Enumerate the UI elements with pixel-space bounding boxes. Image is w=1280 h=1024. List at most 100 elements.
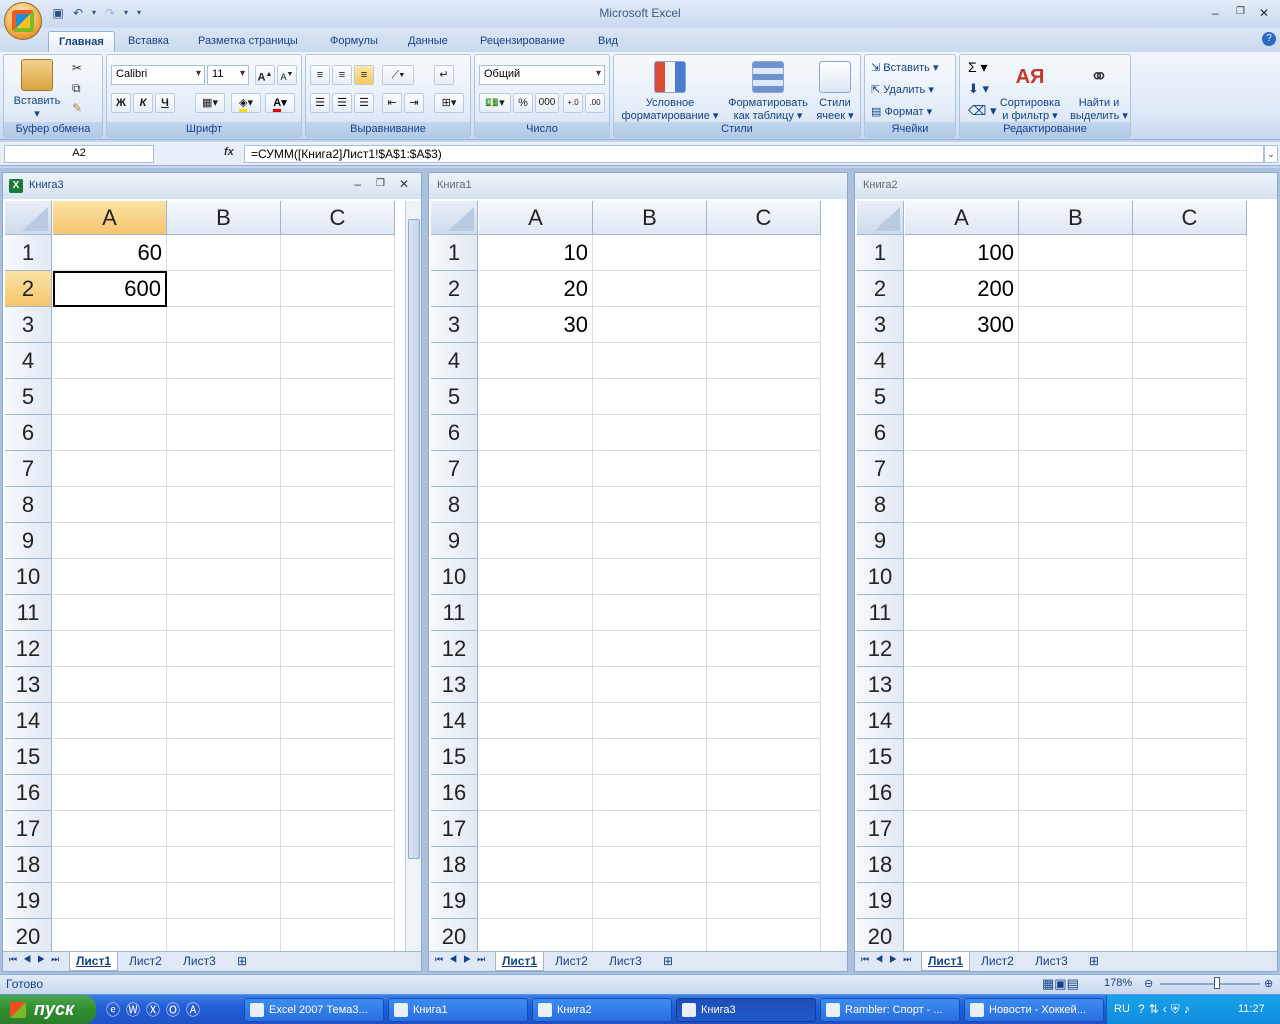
cell[interactable]: 30 <box>479 307 593 343</box>
workbook-window-kniga1[interactable]: Книга1 A B C 1 10 2 20 3 30 4 5 6 7 8 9 10 11 12 13 14 15 16 1… <box>428 172 848 972</box>
row-header[interactable]: 20 <box>857 919 904 955</box>
row-header[interactable]: 6 <box>431 415 478 451</box>
tab-insert[interactable]: Вставка <box>118 31 179 52</box>
cell[interactable] <box>707 307 821 343</box>
cell[interactable] <box>1019 631 1133 667</box>
cell[interactable] <box>1133 811 1247 847</box>
row-header[interactable]: 13 <box>5 667 52 703</box>
cell[interactable] <box>593 235 707 271</box>
cell[interactable] <box>167 775 281 811</box>
cell[interactable] <box>167 343 281 379</box>
workbook-title-bar[interactable]: Книга2 <box>855 173 1277 199</box>
row-header[interactable]: 19 <box>857 883 904 919</box>
cell[interactable] <box>707 811 821 847</box>
active-cell[interactable]: 600 <box>53 271 167 307</box>
align-right-button[interactable]: ☰ <box>354 93 374 113</box>
cell[interactable] <box>593 703 707 739</box>
cell[interactable] <box>593 343 707 379</box>
volume-icon[interactable]: ♪ <box>1184 1002 1194 1016</box>
row-header[interactable]: 12 <box>857 631 904 667</box>
sheet-tab[interactable]: Лист1 <box>921 952 971 971</box>
row-header[interactable]: 3 <box>431 307 478 343</box>
cell[interactable] <box>479 775 593 811</box>
cell[interactable] <box>707 667 821 703</box>
zoom-out-icon[interactable]: ⊖ <box>1144 977 1153 990</box>
cell[interactable] <box>167 595 281 631</box>
align-left-button[interactable]: ☰ <box>310 93 330 113</box>
row-header[interactable]: 14 <box>857 703 904 739</box>
cell[interactable] <box>53 919 167 955</box>
cell[interactable] <box>479 559 593 595</box>
row-header[interactable]: 1 <box>5 235 52 271</box>
cell[interactable] <box>905 343 1019 379</box>
tab-review[interactable]: Рецензирование <box>470 31 575 52</box>
sheet-tab[interactable]: Лист3 <box>177 952 222 971</box>
row-header[interactable]: 14 <box>431 703 478 739</box>
view-buttons[interactable]: ▦▣▤ <box>1042 976 1079 992</box>
cell[interactable] <box>167 559 281 595</box>
cell[interactable] <box>1133 271 1247 307</box>
help-icon[interactable]: ? <box>1262 32 1276 46</box>
cell[interactable] <box>707 487 821 523</box>
cell[interactable] <box>53 451 167 487</box>
row-header[interactable]: 15 <box>431 739 478 775</box>
cell[interactable] <box>281 775 395 811</box>
workbook-window-kniga2[interactable]: Книга2 A B C 1 100 2 200 3 300 4 5 6 7 8 9 10 11 12 13 14 15… <box>854 172 1278 972</box>
cell[interactable] <box>53 847 167 883</box>
sheet-tab[interactable]: Лист2 <box>123 952 168 971</box>
close-icon[interactable]: ✕ <box>1259 6 1269 20</box>
cell[interactable] <box>479 847 593 883</box>
cell[interactable] <box>707 559 821 595</box>
cell[interactable] <box>53 307 167 343</box>
sheet-tab[interactable]: Лист2 <box>975 952 1020 971</box>
find-select-button[interactable]: ⚭ Найти и выделить ▾ <box>1068 61 1130 123</box>
conditional-formatting-button[interactable]: Условное форматирование ▾ <box>618 61 722 123</box>
cell[interactable] <box>167 451 281 487</box>
cell[interactable] <box>707 523 821 559</box>
row-header[interactable]: 4 <box>431 343 478 379</box>
row-header[interactable]: 7 <box>431 451 478 487</box>
taskbar-item-kniga2[interactable]: Книга2 <box>532 998 672 1022</box>
cell[interactable] <box>479 811 593 847</box>
row-header[interactable]: 5 <box>431 379 478 415</box>
cell[interactable] <box>905 739 1019 775</box>
cell[interactable] <box>905 523 1019 559</box>
cell[interactable] <box>593 487 707 523</box>
insert-cells-button[interactable]: ⇲ Вставить ▾ <box>871 61 939 74</box>
row-header[interactable]: 7 <box>5 451 52 487</box>
tab-formulas[interactable]: Формулы <box>320 31 388 52</box>
row-header[interactable]: 20 <box>5 919 52 955</box>
underline-button[interactable]: Ч <box>155 93 175 113</box>
workbook-title-bar[interactable]: X Книга3 – ❐ ✕ <box>3 173 421 199</box>
cell[interactable] <box>593 307 707 343</box>
font-size-select[interactable]: 11 <box>207 65 249 85</box>
cell-styles-button[interactable]: Стили ячеек ▾ <box>812 61 858 123</box>
row-header[interactable]: 4 <box>857 343 904 379</box>
cell[interactable]: 100 <box>905 235 1019 271</box>
cell[interactable]: 10 <box>479 235 593 271</box>
align-middle-button[interactable]: ≡ <box>332 65 352 85</box>
cell[interactable] <box>707 739 821 775</box>
align-bottom-button[interactable]: ≡ <box>354 65 374 85</box>
cell[interactable] <box>593 523 707 559</box>
cell[interactable] <box>167 235 281 271</box>
cell[interactable] <box>53 703 167 739</box>
cell[interactable] <box>905 919 1019 955</box>
cell[interactable] <box>1019 415 1133 451</box>
merge-center-button[interactable]: ⊞▾ <box>434 93 464 113</box>
cell[interactable] <box>707 703 821 739</box>
sheet-tab[interactable]: Лист1 <box>69 952 119 971</box>
cell[interactable] <box>593 451 707 487</box>
cell[interactable] <box>1019 847 1133 883</box>
language-indicator[interactable]: RU <box>1114 1003 1130 1015</box>
cell[interactable] <box>1019 559 1133 595</box>
cell[interactable]: 20 <box>479 271 593 307</box>
cell[interactable] <box>167 523 281 559</box>
cell[interactable] <box>707 847 821 883</box>
cell[interactable] <box>905 667 1019 703</box>
sheet-tab[interactable]: Лист2 <box>549 952 594 971</box>
column-header[interactable]: A <box>905 201 1019 235</box>
cell[interactable] <box>1019 235 1133 271</box>
minimize-icon[interactable]: – <box>354 177 361 191</box>
cell[interactable] <box>1133 559 1247 595</box>
